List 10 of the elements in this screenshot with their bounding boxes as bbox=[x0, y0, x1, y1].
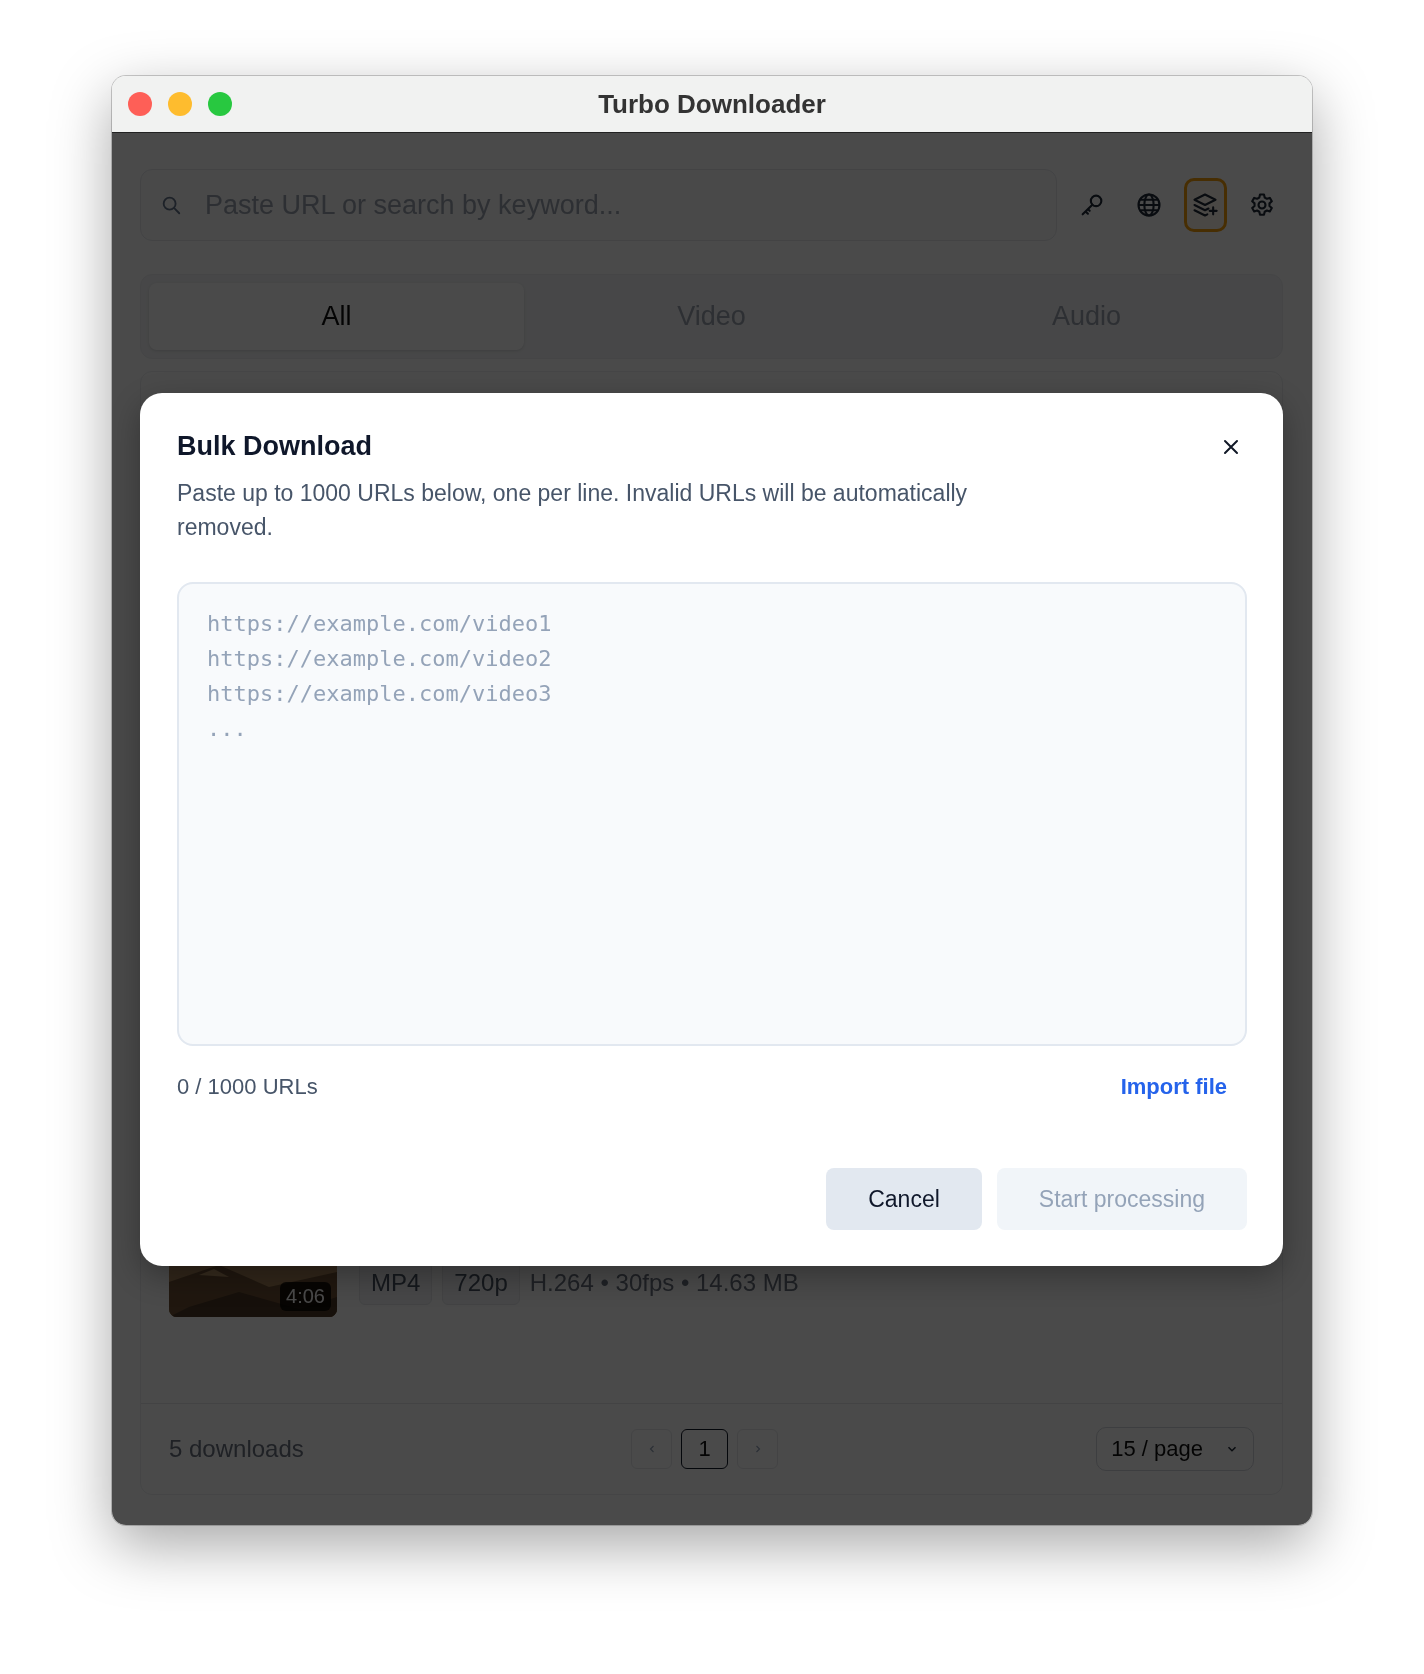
close-window-button[interactable] bbox=[128, 92, 152, 116]
url-counter: 0 / 1000 URLs bbox=[177, 1074, 318, 1100]
import-file-link[interactable]: Import file bbox=[1120, 1074, 1227, 1100]
dialog-title: Bulk Download bbox=[177, 431, 372, 462]
url-input-field[interactable]: https://example.com/video1 https://example.com/video2 https://example.com/video3 ... bbox=[177, 582, 1247, 1046]
cancel-button[interactable]: Cancel bbox=[826, 1168, 982, 1230]
minimize-window-button[interactable] bbox=[168, 92, 192, 116]
window-title: Turbo Downloader bbox=[598, 88, 826, 120]
dialog-description: Paste up to 1000 URLs below, one per line. Invalid URLs will be automatically removed. bbox=[177, 479, 969, 542]
zoom-window-button[interactable] bbox=[208, 92, 232, 116]
